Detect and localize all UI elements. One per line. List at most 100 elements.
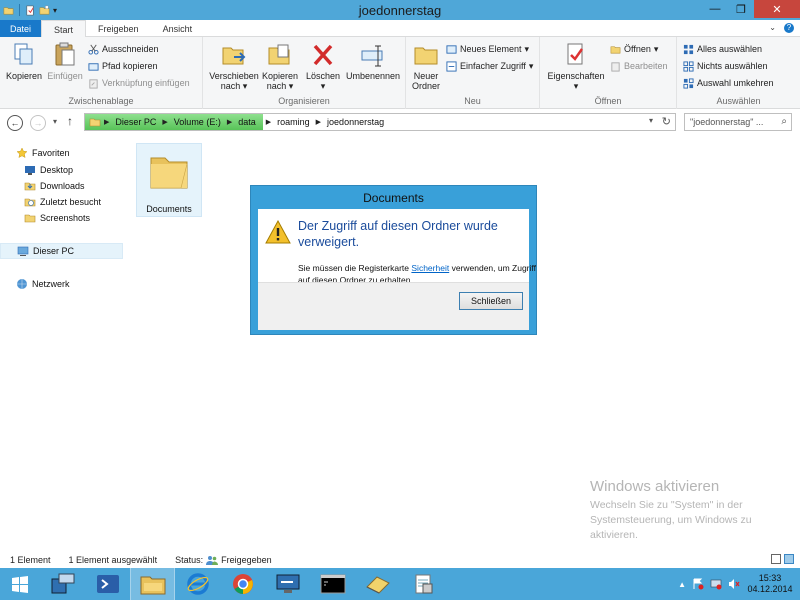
large-icons-view-icon[interactable]	[784, 554, 794, 564]
new-folder-label-2: Ordner	[411, 81, 440, 91]
address-bar[interactable]: ▶ Dieser PC ▶ Volume (E:) ▶ data ▶ roami…	[84, 113, 676, 131]
group-label-zwischenablage: Zwischenablage	[68, 96, 134, 106]
delete-button[interactable]: Löschen ▾	[303, 41, 343, 91]
taskbar-command-prompt[interactable]	[310, 568, 355, 600]
rename-button[interactable]: Umbenennen	[343, 41, 403, 81]
nav-recent[interactable]: Zuletzt besucht	[24, 195, 101, 209]
start-button[interactable]	[0, 568, 40, 600]
tray-overflow-icon[interactable]: ▲	[678, 580, 686, 589]
details-view-icon[interactable]	[771, 554, 781, 564]
nav-favorites[interactable]: Favoriten	[16, 146, 70, 160]
qat-separator	[19, 4, 20, 16]
taskbar-remote-desktop[interactable]	[265, 568, 310, 600]
nav-screenshots[interactable]: Screenshots	[24, 211, 90, 225]
select-none-button[interactable]: Nichts auswählen	[683, 59, 768, 73]
new-folder-icon[interactable]	[39, 5, 50, 16]
back-button[interactable]: ←	[7, 115, 23, 131]
tab-ansicht[interactable]: Ansicht	[151, 20, 205, 37]
address-dropdown-icon[interactable]: ▾	[649, 116, 653, 125]
dialog-close-button[interactable]: Schließen	[459, 292, 523, 310]
clock-time: 15:33	[758, 573, 782, 583]
easy-access-icon	[446, 60, 457, 72]
search-input[interactable]: "joedonnerstag" ... ⌕	[684, 113, 792, 131]
paste-button[interactable]: Einfügen	[44, 41, 86, 81]
properties-button[interactable]: Eigenschaften ▾	[544, 41, 608, 91]
nav-network[interactable]: Netzwerk	[16, 277, 70, 291]
recent-locations-dropdown[interactable]: ▾	[53, 117, 57, 126]
edit-button[interactable]: Bearbeiten	[610, 59, 668, 73]
command-prompt-icon	[320, 574, 345, 594]
recent-places-icon	[24, 198, 36, 207]
taskbar-powershell[interactable]	[85, 568, 130, 600]
navigation-bar: ← → ▾ ↑ ▶ Dieser PC ▶ Volume (E:) ▶ data…	[0, 109, 800, 136]
move-to-button[interactable]: Verschieben nach ▾	[207, 41, 261, 91]
open-label: Öffnen	[624, 44, 651, 54]
open-button[interactable]: Öffnen ▾	[610, 42, 658, 56]
dialog-title: Documents	[363, 191, 424, 205]
invert-selection-button[interactable]: Auswahl umkehren	[683, 76, 774, 90]
chevron-right-icon[interactable]: ▶	[224, 118, 235, 126]
nav-this-pc[interactable]: Dieser PC	[0, 243, 123, 259]
taskbar-notepad[interactable]	[400, 568, 445, 600]
copy-label: Kopieren	[5, 71, 43, 81]
access-denied-dialog: Documents Der Zugriff auf diesen Ordner …	[250, 185, 537, 335]
new-folder-button[interactable]: Neuer Ordner	[410, 41, 442, 91]
chevron-right-icon[interactable]: ▶	[263, 118, 274, 126]
action-center-flag-icon[interactable]	[692, 578, 704, 590]
new-item-label: Neues Element	[460, 44, 522, 54]
network-status-icon[interactable]	[710, 578, 722, 590]
taskbar-text-editor[interactable]	[355, 568, 400, 600]
activation-watermark: Windows aktivieren Wechseln Sie zu "Syst…	[590, 478, 795, 543]
folder-documents[interactable]: Documents	[136, 143, 202, 217]
tab-datei[interactable]: Datei	[0, 20, 42, 37]
chevron-right-icon[interactable]: ▶	[159, 118, 170, 126]
taskbar-internet-explorer[interactable]	[175, 568, 220, 600]
clock[interactable]: 15:33 04.12.2014	[746, 573, 794, 595]
nav-desktop[interactable]: Desktop	[24, 163, 73, 177]
cut-button[interactable]: Ausschneiden	[88, 42, 159, 56]
network-icon	[17, 279, 27, 289]
copy-to-button[interactable]: Kopieren nach ▾	[259, 41, 301, 91]
minimize-button[interactable]: —	[702, 0, 728, 18]
expand-ribbon-icon[interactable]: ⌄	[769, 23, 776, 32]
breadcrumb-joedonnerstag[interactable]: joedonnerstag	[324, 117, 387, 127]
breadcrumb-volume-e[interactable]: Volume (E:)	[171, 117, 224, 127]
breadcrumb-dieser-pc[interactable]: Dieser PC	[112, 117, 159, 127]
properties-icon[interactable]	[25, 5, 36, 16]
select-all-button[interactable]: Alles auswählen	[683, 42, 762, 56]
qat-customize-dropdown[interactable]: ▾	[53, 6, 57, 15]
paste-shortcut-button[interactable]: Verknüpfung einfügen	[88, 76, 190, 90]
rename-icon	[361, 45, 383, 67]
breadcrumb-roaming[interactable]: roaming	[274, 117, 313, 127]
taskbar-file-explorer[interactable]	[130, 568, 175, 600]
forward-button[interactable]: →	[30, 115, 46, 131]
easy-access-button[interactable]: Einfacher Zugriff ▾	[446, 59, 533, 73]
ribbon-tabs: Datei Start Freigeben Ansicht ⌄ ?	[0, 20, 800, 38]
copy-path-button[interactable]: Pfad kopieren	[88, 59, 158, 73]
taskbar-server-manager[interactable]	[40, 568, 85, 600]
taskbar-chrome[interactable]	[220, 568, 265, 600]
close-button[interactable]: ✕	[754, 0, 800, 18]
folder-icon[interactable]	[3, 5, 14, 16]
refresh-icon[interactable]: ↻	[662, 115, 671, 128]
move-to-label-2: nach	[220, 81, 241, 91]
shared-users-icon	[206, 555, 219, 565]
tab-start[interactable]: Start	[41, 20, 87, 38]
volume-muted-icon[interactable]	[728, 578, 740, 590]
help-icon[interactable]: ?	[784, 23, 794, 33]
breadcrumb-data[interactable]: data	[235, 117, 259, 127]
nav-screenshots-label: Screenshots	[40, 213, 91, 223]
properties-icon	[567, 43, 584, 65]
chevron-right-icon[interactable]: ▶	[313, 118, 324, 126]
chevron-right-icon[interactable]: ▶	[101, 118, 112, 126]
new-item-button[interactable]: Neues Element ▾	[446, 42, 529, 56]
tab-freigeben[interactable]: Freigeben	[86, 20, 151, 37]
copy-button[interactable]: Kopieren	[4, 41, 44, 81]
up-button[interactable]: ↑	[67, 114, 73, 128]
maximize-button[interactable]: ❐	[728, 0, 754, 18]
new-folder-label-1: Neuer	[413, 71, 439, 81]
security-tab-link[interactable]: Sicherheit	[411, 263, 449, 273]
search-icon[interactable]: ⌕	[781, 116, 787, 127]
nav-downloads[interactable]: Downloads	[24, 179, 85, 193]
select-all-icon	[683, 44, 694, 54]
